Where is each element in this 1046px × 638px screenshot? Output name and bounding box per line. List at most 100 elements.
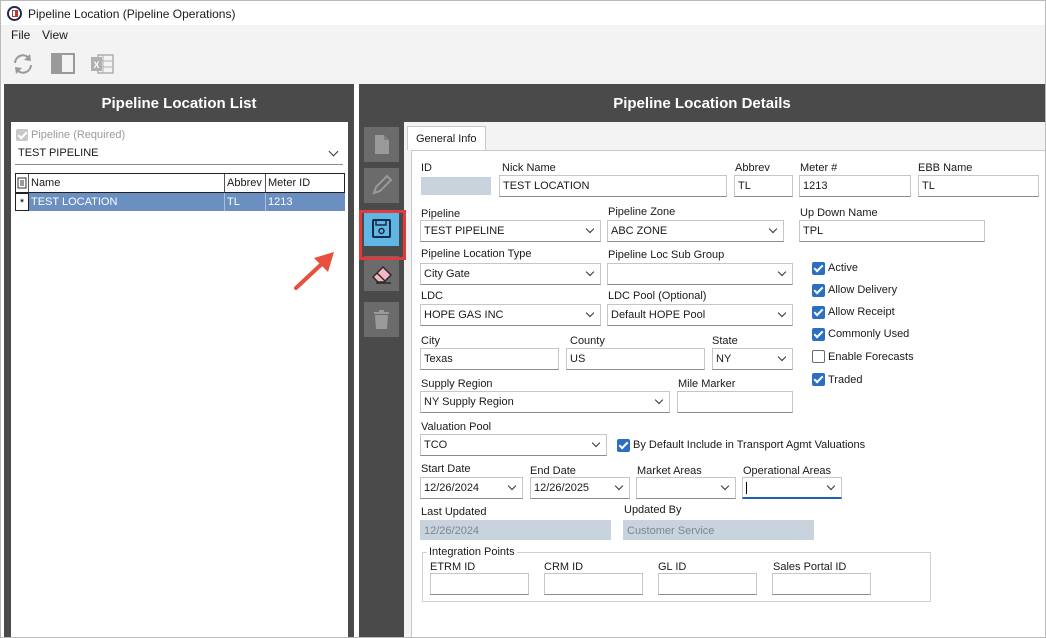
active-label: Active bbox=[828, 262, 858, 274]
text-cursor bbox=[746, 482, 747, 495]
sales-portal-id-field[interactable] bbox=[772, 573, 871, 595]
ldc-pool-dropdown[interactable]: Default HOPE Pool bbox=[607, 304, 793, 326]
chevron-down-icon bbox=[507, 481, 517, 491]
start-date-picker[interactable]: 12/26/2024 bbox=[420, 477, 523, 499]
column-header-meter-id[interactable]: Meter ID bbox=[266, 174, 344, 192]
city-label: City bbox=[421, 335, 440, 347]
meter-field[interactable]: 1213 bbox=[799, 175, 911, 197]
pipeline-select-value: TEST PIPELINE bbox=[18, 147, 99, 159]
toolbar: X bbox=[1, 45, 1045, 84]
chevron-down-icon bbox=[328, 146, 339, 157]
row-name: TEST LOCATION bbox=[29, 193, 225, 211]
county-label: County bbox=[570, 335, 605, 347]
commonly-used-label: Commonly Used bbox=[828, 328, 910, 340]
valuation-pool-value: TCO bbox=[424, 439, 448, 451]
ldc-dropdown[interactable]: HOPE GAS INC bbox=[420, 304, 601, 326]
crm-id-label: CRM ID bbox=[544, 561, 584, 573]
ldc-pool-value: Default HOPE Pool bbox=[611, 309, 706, 321]
list-panel-body: Pipeline (Required) TEST PIPELINE Name A… bbox=[11, 122, 348, 638]
supply-region-label: Supply Region bbox=[421, 378, 493, 390]
end-date-picker[interactable]: 12/26/2025 bbox=[530, 477, 630, 499]
supply-region-dropdown[interactable]: NY Supply Region bbox=[420, 391, 670, 413]
excel-icon[interactable]: X bbox=[89, 51, 115, 77]
pipeline-select[interactable]: TEST PIPELINE bbox=[15, 143, 343, 165]
updated-by-label: Updated By bbox=[624, 504, 682, 516]
grid-menu-icon[interactable] bbox=[16, 174, 29, 192]
pipeline-required-checkbox[interactable] bbox=[16, 129, 28, 141]
chevron-down-icon bbox=[777, 267, 787, 277]
market-areas-dropdown[interactable] bbox=[636, 477, 736, 499]
state-dropdown[interactable]: NY bbox=[712, 348, 793, 370]
by-default-include-label: By Default Include in Transport Agmt Val… bbox=[633, 439, 866, 451]
commonly-used-checkbox[interactable] bbox=[812, 328, 825, 341]
menu-bar: File View bbox=[1, 25, 1045, 45]
operational-areas-dropdown[interactable] bbox=[742, 477, 842, 499]
active-checkbox[interactable] bbox=[812, 262, 825, 275]
grid-header-row: Name Abbrev Meter ID bbox=[16, 174, 344, 192]
svg-text:X: X bbox=[93, 60, 99, 70]
allow-receipt-label: Allow Receipt bbox=[828, 306, 895, 318]
delete-button[interactable] bbox=[364, 302, 399, 337]
ldc-value: HOPE GAS INC bbox=[424, 309, 504, 321]
valuation-pool-dropdown[interactable]: TCO bbox=[420, 434, 607, 456]
gl-id-field[interactable] bbox=[658, 573, 757, 595]
city-field[interactable]: Texas bbox=[420, 348, 559, 370]
market-areas-label: Market Areas bbox=[637, 465, 702, 477]
chevron-down-icon bbox=[826, 481, 836, 491]
location-type-dropdown[interactable]: City Gate bbox=[420, 263, 601, 285]
chevron-down-icon bbox=[591, 438, 601, 448]
end-date-value: 12/26/2025 bbox=[534, 482, 590, 494]
allow-receipt-checkbox[interactable] bbox=[812, 306, 825, 319]
by-default-include-checkbox[interactable] bbox=[617, 439, 630, 452]
nick-name-label: Nick Name bbox=[502, 162, 556, 174]
refresh-icon[interactable] bbox=[10, 51, 36, 77]
enable-forecasts-checkbox[interactable] bbox=[812, 350, 825, 363]
sales-portal-id-label: Sales Portal ID bbox=[773, 561, 847, 573]
edit-button[interactable] bbox=[364, 168, 399, 203]
operational-areas-label: Operational Areas bbox=[743, 465, 832, 477]
tab-general-info[interactable]: General Info bbox=[407, 126, 486, 150]
pipeline-location-list-panel: Pipeline Location List Pipeline (Require… bbox=[4, 84, 354, 638]
menu-file[interactable]: File bbox=[11, 28, 30, 42]
pipeline-dropdown[interactable]: TEST PIPELINE bbox=[420, 220, 601, 242]
ebb-name-field[interactable]: TL bbox=[918, 175, 1039, 197]
id-field bbox=[421, 177, 491, 195]
start-date-value: 12/26/2024 bbox=[424, 482, 480, 494]
nick-name-field[interactable]: TEST LOCATION bbox=[499, 175, 727, 197]
column-header-name[interactable]: Name bbox=[29, 174, 225, 192]
app-logo-icon bbox=[7, 6, 22, 21]
county-field[interactable]: US bbox=[566, 348, 705, 370]
allow-delivery-checkbox[interactable] bbox=[812, 284, 825, 297]
column-header-abbrev[interactable]: Abbrev bbox=[225, 174, 266, 192]
state-label: State bbox=[712, 335, 738, 347]
chevron-down-icon bbox=[768, 224, 778, 234]
pipeline-required-label: Pipeline (Required) bbox=[31, 129, 126, 141]
abbrev-field[interactable]: TL bbox=[734, 175, 793, 197]
mile-marker-field[interactable] bbox=[677, 391, 793, 413]
red-arrow-icon bbox=[294, 252, 334, 290]
crm-id-field[interactable] bbox=[544, 573, 643, 595]
valuation-pool-label: Valuation Pool bbox=[421, 421, 492, 433]
new-button[interactable] bbox=[364, 127, 399, 162]
up-down-name-label: Up Down Name bbox=[800, 207, 878, 219]
side-toolbar bbox=[359, 122, 404, 638]
details-panel-title: Pipeline Location Details bbox=[613, 94, 791, 112]
traded-checkbox[interactable] bbox=[812, 373, 825, 386]
pipeline-zone-dropdown[interactable]: ABC ZONE bbox=[607, 220, 784, 242]
pipeline-zone-label: Pipeline Zone bbox=[608, 206, 676, 218]
up-down-name-field[interactable]: TPL bbox=[799, 220, 985, 242]
panel-layout-icon[interactable] bbox=[50, 51, 76, 77]
chevron-down-icon bbox=[585, 308, 595, 318]
integration-points-title: Integration Points bbox=[427, 546, 517, 558]
menu-view[interactable]: View bbox=[42, 28, 68, 42]
mile-marker-label: Mile Marker bbox=[678, 378, 736, 390]
clear-button[interactable] bbox=[364, 256, 399, 291]
pipeline-value: TEST PIPELINE bbox=[424, 225, 505, 237]
loc-sub-group-label: Pipeline Loc Sub Group bbox=[608, 249, 725, 261]
loc-sub-group-dropdown[interactable] bbox=[607, 263, 793, 285]
etrm-id-field[interactable] bbox=[430, 573, 529, 595]
table-row[interactable]: * TEST LOCATION TL 1213 bbox=[15, 193, 345, 211]
row-abbrev: TL bbox=[225, 193, 266, 211]
abbrev-label: Abbrev bbox=[735, 162, 770, 174]
pipeline-label: Pipeline bbox=[421, 208, 461, 220]
